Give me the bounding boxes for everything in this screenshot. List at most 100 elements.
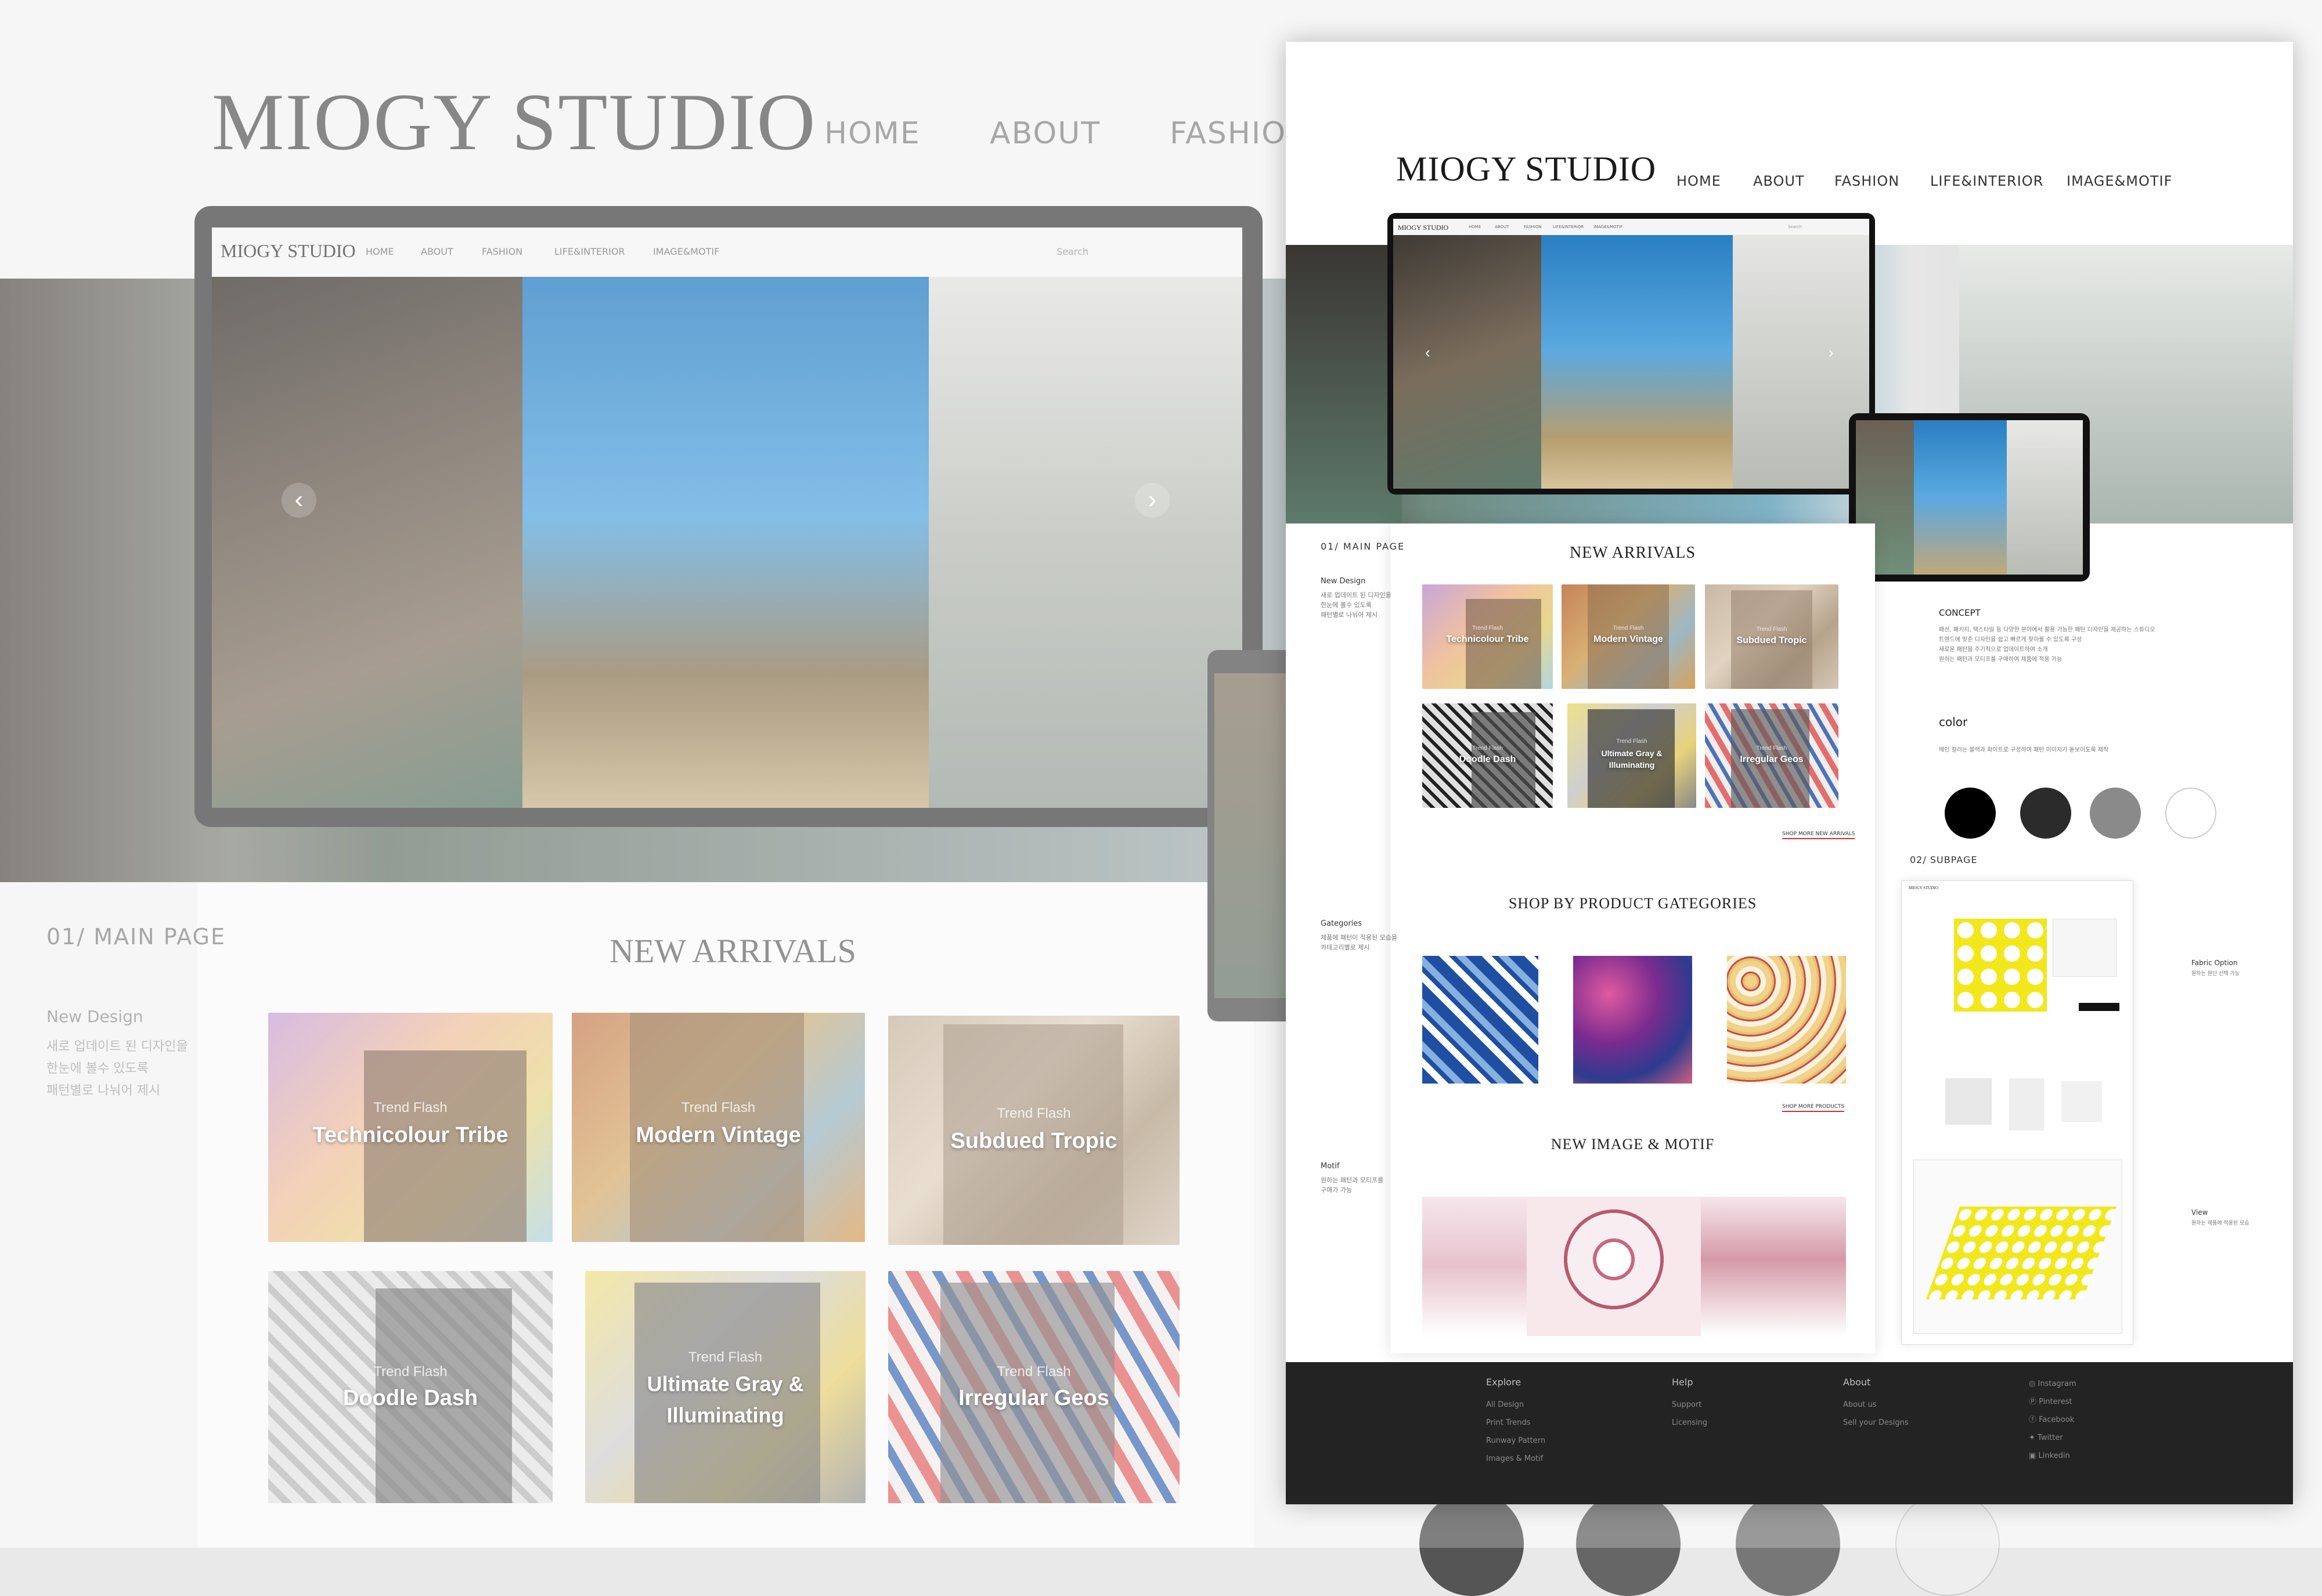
concept-line: 새로운 패턴을 주기적으로 업데이트하여 소개 — [1939, 647, 2048, 653]
view-text: 원하는 제품에 적용된 모습 — [2191, 1221, 2249, 1226]
subpage-brand: MIOGY STUDIO — [1909, 886, 1938, 890]
view-label: View — [2191, 1208, 2208, 1216]
arrival-tile[interactable]: Trend Flash Ultimate Gray & Illuminating — [1567, 703, 1696, 808]
tablet-frame — [1849, 413, 2090, 582]
footer-explore-list: All Design Print Trends Runway Pattern I… — [1486, 1396, 1545, 1468]
motif-line: 원하는 패턴과 모티프를 — [1321, 1176, 1384, 1184]
motif-tile[interactable] — [1701, 1197, 1846, 1336]
laptop-brand: MIOGY STUDIO — [1398, 223, 1449, 232]
tile-title: Irregular Geos — [1740, 754, 1804, 764]
laptop-photo-2 — [1541, 235, 1733, 489]
footer-social-list: ◎ Instagram Ⓟ Pinterest ⓕ Facebook ✦ Twi… — [2029, 1375, 2076, 1465]
footer-social-label: Instagram — [2038, 1380, 2076, 1388]
footer-social-linkedin[interactable]: ▣ Linkedin — [2029, 1447, 2076, 1465]
footer-about-list: About us Sell your Designs — [1843, 1396, 1909, 1432]
arrival-tile[interactable]: Trend Flash Irregular Geos — [1705, 703, 1838, 808]
front-nav-home[interactable]: HOME — [1676, 173, 1721, 189]
facebook-icon: ⓕ — [2029, 1416, 2039, 1424]
laptop-prev-icon[interactable]: ‹ — [1425, 344, 1430, 362]
footer-link[interactable]: Runway Pattern — [1486, 1432, 1545, 1450]
motif-tile[interactable] — [1422, 1197, 1527, 1336]
subpage-bed-preview — [1926, 1207, 2117, 1299]
motif-text: 원하는 패턴과 모티프를 구매가 가능 — [1321, 1175, 1383, 1195]
new-motif-title: NEW IMAGE & MOTIF — [1551, 1136, 1715, 1153]
subpage-fabric-swatch — [1954, 919, 2047, 1012]
footer-link[interactable]: Print Trends — [1486, 1414, 1545, 1432]
product-category-tile[interactable] — [1727, 956, 1846, 1084]
color-swatch-black — [1945, 788, 1996, 839]
footer: Explore All Design Print Trends Runway P… — [1286, 1362, 2293, 1504]
front-nav-about[interactable]: ABOUT — [1753, 173, 1805, 189]
laptop-search[interactable]: Search — [1788, 225, 1802, 229]
shop-by-title: SHOP BY PRODUCT GATEGORIES — [1508, 895, 1757, 912]
concept-label: CONCEPT — [1939, 608, 1981, 618]
footer-help-title: Help — [1672, 1377, 1693, 1388]
footer-explore-title: Explore — [1486, 1377, 1521, 1388]
arrival-tile[interactable]: Trend Flash Doodle Dash — [1422, 703, 1553, 808]
arrival-tile[interactable]: Trend Flash Technicolour Tribe — [1422, 584, 1553, 689]
footer-social-pinterest[interactable]: Ⓟ Pinterest — [2029, 1393, 2076, 1411]
instagram-icon: ◎ — [2029, 1380, 2038, 1388]
new-design-text: 새로 업데이트 된 디자인을 한눈에 볼수 있도록 패턴별로 나눠어 제시 — [1321, 590, 1391, 620]
motif-tile[interactable] — [1527, 1197, 1701, 1336]
footer-social-twitter[interactable]: ✦ Twitter — [2029, 1429, 2076, 1447]
footer-link[interactable]: About us — [1843, 1396, 1909, 1414]
footer-link[interactable]: All Design — [1486, 1396, 1545, 1414]
color-label: color — [1939, 715, 1968, 729]
subpage-label: 02/ SUBPAGE — [1910, 854, 1978, 865]
tile-kicker: Trend Flash — [1613, 625, 1644, 631]
footer-link[interactable]: Sell your Designs — [1843, 1414, 1909, 1432]
front-nav-image[interactable]: IMAGE&MOTIF — [2067, 173, 2172, 189]
shop-more-products-link[interactable]: SHOP MORE PRODUCTS — [1782, 1104, 1845, 1112]
footer-social-facebook[interactable]: ⓕ Facebook — [2029, 1411, 2076, 1429]
laptop-nav-home[interactable]: HOME — [1469, 225, 1481, 229]
laptop-photo-1 — [1393, 235, 1541, 489]
footer-link[interactable]: Licensing — [1672, 1414, 1707, 1432]
subpage-view-frame — [1913, 1160, 2122, 1334]
laptop-nav-image[interactable]: IMAGE&MOTIF — [1593, 225, 1622, 229]
footer-link[interactable]: Images & Motif — [1486, 1450, 1545, 1468]
front-nav-fashion[interactable]: FASHION — [1834, 173, 1899, 189]
concept-text: 패션, 패키지, 텍스타일 등 다양한 분야에서 활용 가능한 패턴 디자인을 … — [1939, 625, 2241, 665]
arrival-tile[interactable]: Trend Flash Subdued Tropic — [1705, 584, 1838, 689]
footer-link[interactable]: Support — [1672, 1396, 1707, 1414]
new-arrivals-title: NEW ARRIVALS — [1569, 544, 1696, 562]
motif-label: Motif — [1321, 1162, 1340, 1171]
subpage-mockup: MIOGY STUDIO — [1901, 880, 2133, 1345]
tile-title: Ultimate Gray & Illuminating — [1601, 749, 1663, 770]
concept-line: 트렌드에 맞춘 디자인을 쉽고 빠르게 찾아볼 수 있도록 구성 — [1939, 637, 2082, 643]
laptop-nav-life[interactable]: LIFE&INTERIOR — [1553, 225, 1584, 229]
tile-title: Modern Vintage — [1593, 634, 1663, 644]
laptop-frame: MIOGY STUDIO HOME ABOUT FASHION LIFE&INT… — [1387, 213, 1875, 494]
categories-label: Gategories — [1321, 919, 1362, 928]
arrival-tile[interactable]: Trend Flash Modern Vintage — [1562, 584, 1695, 689]
footer-social-instagram[interactable]: ◎ Instagram — [2029, 1375, 2076, 1393]
categories-line: 제품에 패턴이 적용된 모습을 — [1321, 934, 1397, 941]
color-swatch-gray — [2090, 788, 2141, 839]
front-nav-life[interactable]: LIFE&INTERIOR — [1930, 173, 2043, 189]
shop-more-arrivals-link[interactable]: SHOP MORE NEW ARRIVALS — [1782, 831, 1855, 839]
product-category-tile[interactable] — [1573, 956, 1692, 1084]
front-brand: MIOGY STUDIO — [1396, 150, 1657, 188]
twitter-icon: ✦ — [2029, 1433, 2038, 1442]
subpage-fabric-options[interactable] — [2053, 919, 2117, 977]
tile-kicker: Trend Flash — [1616, 738, 1647, 745]
subpage-product-thumb[interactable] — [1945, 1078, 1992, 1125]
footer-help-list: Support Licensing — [1672, 1396, 1707, 1432]
linkedin-icon: ▣ — [2029, 1451, 2039, 1460]
tablet-photo-3 — [2007, 420, 2083, 575]
tile-kicker: Trend Flash — [1472, 625, 1503, 631]
subpage-product-thumb[interactable] — [2009, 1078, 2044, 1131]
new-design-line: 패턴별로 나눠어 제시 — [1321, 611, 1378, 619]
laptop-nav-about[interactable]: ABOUT — [1495, 225, 1509, 229]
subpage-add-button[interactable] — [2079, 1003, 2119, 1011]
subpage-product-thumb[interactable] — [2061, 1081, 2102, 1122]
tile-kicker: Trend Flash — [1756, 745, 1787, 752]
laptop-next-icon[interactable]: › — [1829, 344, 1834, 362]
laptop-screen: MIOGY STUDIO HOME ABOUT FASHION LIFE&INT… — [1393, 219, 1869, 489]
product-category-tile[interactable] — [1422, 956, 1538, 1084]
hero-photo-1 — [1286, 245, 1402, 523]
laptop-nav-fashion[interactable]: FASHION — [1524, 225, 1542, 229]
tablet-photo-2 — [1914, 420, 2007, 575]
fabric-option-text: 원하는 원단 선택 가능 — [2191, 971, 2240, 977]
